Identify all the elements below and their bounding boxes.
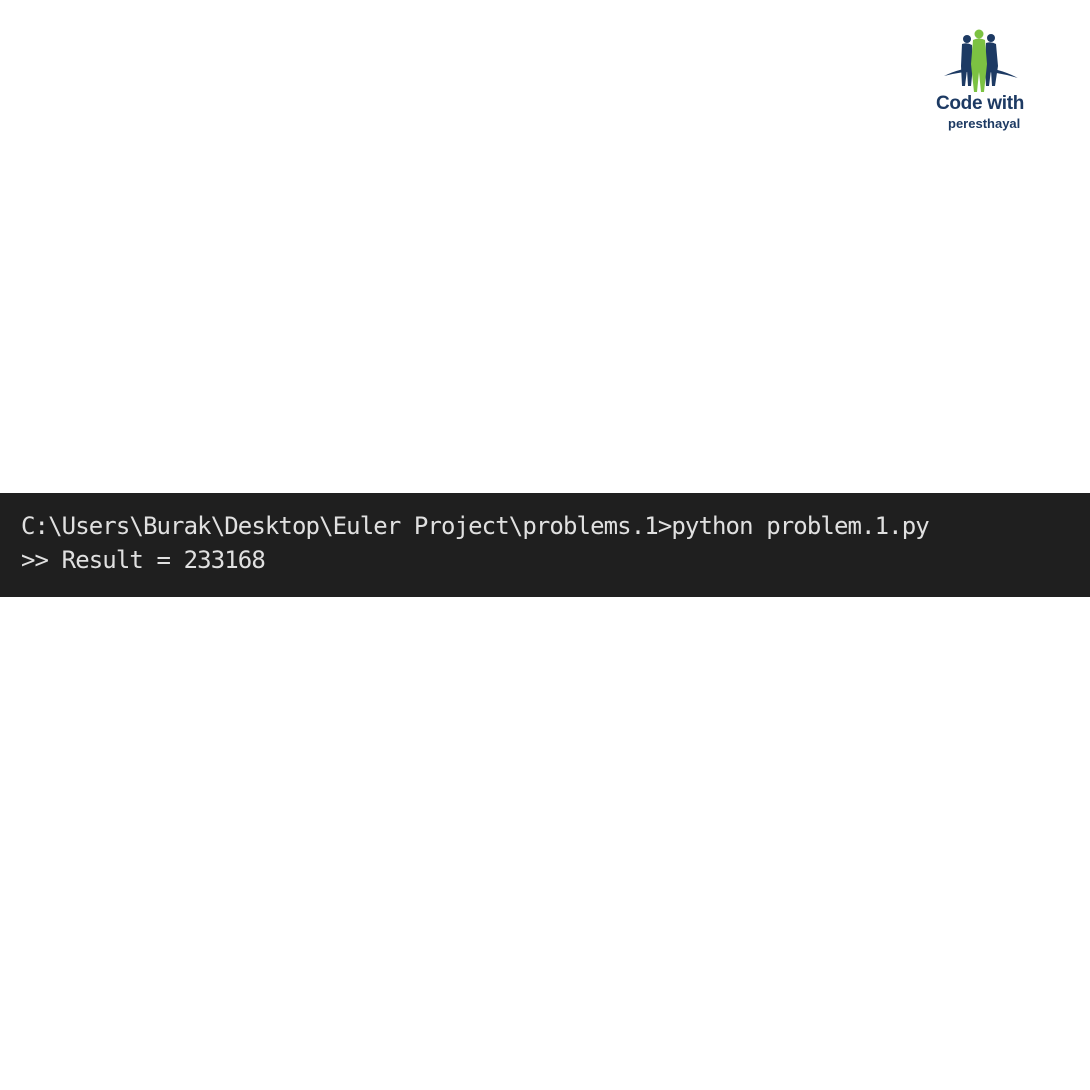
logo-subtitle: peresthayal [948, 116, 1021, 131]
terminal-result-line: >> Result = 233168 [21, 546, 266, 574]
terminal-command-line: C:\Users\Burak\Desktop\Euler Project\pro… [21, 512, 930, 540]
brand-logo: Code with peresthayal [920, 24, 1040, 136]
figures-logo-icon [944, 29, 1018, 92]
terminal-output-panel: C:\Users\Burak\Desktop\Euler Project\pro… [0, 493, 1090, 597]
logo-title: Code with [935, 93, 1025, 114]
